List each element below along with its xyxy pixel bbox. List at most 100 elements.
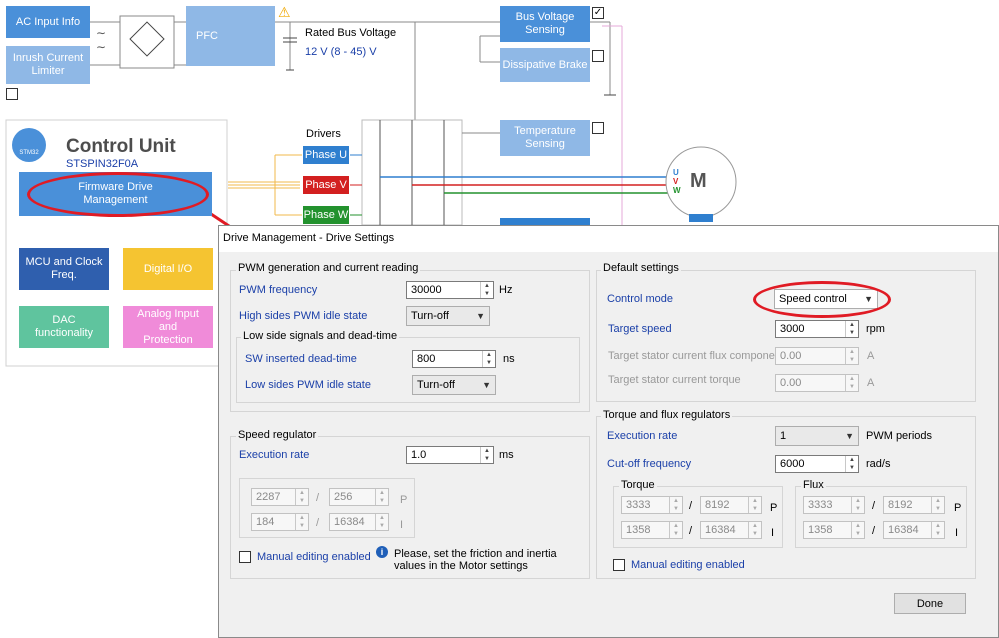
speed-manual-editing-checkbox[interactable] xyxy=(239,551,251,563)
spin-down-icon[interactable]: ▼ xyxy=(932,505,944,513)
target-flux-input[interactable]: 0.00 ▲ ▼ xyxy=(775,347,859,365)
phase-u-box[interactable]: Phase U xyxy=(302,145,350,165)
spin-up-icon[interactable]: ▲ xyxy=(483,351,495,359)
torque-kp-den-input[interactable]: 8192 ▲ ▼ xyxy=(700,496,762,514)
spin-down-icon[interactable]: ▼ xyxy=(846,464,858,472)
bus-voltage-checkbox[interactable]: ✓ xyxy=(592,7,604,19)
spin-down-icon[interactable]: ▼ xyxy=(846,383,858,391)
torque-kp-num-input[interactable]: 3333 ▲ ▼ xyxy=(621,496,683,514)
bus-voltage-sensing-box[interactable]: Bus Voltage Sensing xyxy=(500,6,590,42)
spin-down-icon[interactable]: ▼ xyxy=(846,356,858,364)
target-torque-value: 0.00 xyxy=(780,377,802,389)
spin-down-icon[interactable]: ▼ xyxy=(846,329,858,337)
flux-p-label: P xyxy=(954,502,962,514)
torque-i-label: I xyxy=(771,527,775,539)
done-button[interactable]: Done xyxy=(894,593,966,614)
spin-down-icon[interactable]: ▼ xyxy=(483,359,495,367)
flux-ki-num-input[interactable]: 1358 ▲ ▼ xyxy=(803,521,865,539)
chevron-down-icon: ▼ xyxy=(482,380,491,390)
speed-i-label: I xyxy=(400,519,404,531)
dac-tile[interactable]: DAC functionality xyxy=(19,306,109,348)
high-sides-select[interactable]: Turn-off ▼ xyxy=(406,306,490,326)
control-unit-title: Control Unit xyxy=(66,136,176,157)
spin-down-icon[interactable]: ▼ xyxy=(481,290,493,298)
spin-up-icon[interactable]: ▲ xyxy=(846,375,858,383)
spin-down-icon[interactable]: ▼ xyxy=(296,497,308,505)
flux-subgroup-label: Flux xyxy=(801,479,826,491)
spin-down-icon[interactable]: ▼ xyxy=(852,530,864,538)
spin-up-icon[interactable]: ▲ xyxy=(846,321,858,329)
spin-up-icon[interactable]: ▲ xyxy=(846,348,858,356)
slash-label: / xyxy=(872,525,876,537)
speed-ki-den-value: 16384 xyxy=(334,516,365,528)
spin-up-icon[interactable]: ▲ xyxy=(296,489,308,497)
pwm-frequency-unit: Hz xyxy=(499,284,513,296)
spin-up-icon[interactable]: ▲ xyxy=(481,447,493,455)
spin-down-icon[interactable]: ▼ xyxy=(670,530,682,538)
spin-down-icon[interactable]: ▼ xyxy=(481,455,493,463)
ac-input-info-box[interactable]: AC Input Info xyxy=(6,6,90,38)
speed-execution-rate-value: 1.0 xyxy=(411,449,427,461)
speed-execution-rate-input[interactable]: 1.0 ▲ ▼ xyxy=(406,446,494,464)
phase-v-box[interactable]: Phase V xyxy=(302,175,350,195)
pwm-frequency-input[interactable]: 30000 ▲ ▼ xyxy=(406,281,494,299)
spin-up-icon[interactable]: ▲ xyxy=(481,282,493,290)
pwm-group-label: PWM generation and current reading xyxy=(236,262,421,274)
spin-down-icon[interactable]: ▼ xyxy=(376,522,388,530)
target-speed-input[interactable]: 3000 ▲ ▼ xyxy=(775,320,859,338)
spin-up-icon[interactable]: ▲ xyxy=(932,497,944,505)
spin-up-icon[interactable]: ▲ xyxy=(376,514,388,522)
spin-up-icon[interactable]: ▲ xyxy=(376,489,388,497)
digital-io-tile[interactable]: Digital I/O xyxy=(123,248,213,290)
flux-ki-den-input[interactable]: 16384 ▲ ▼ xyxy=(883,521,945,539)
spin-up-icon[interactable]: ▲ xyxy=(749,497,761,505)
dissipative-brake-box[interactable]: Dissipative Brake xyxy=(500,48,590,82)
dead-time-unit: ns xyxy=(503,353,515,365)
torque-ki-num-input[interactable]: 1358 ▲ ▼ xyxy=(621,521,683,539)
analog-input-tile[interactable]: Analog Input and Protection xyxy=(123,306,213,348)
torque-kp-den-value: 8192 xyxy=(705,499,730,511)
dead-time-input[interactable]: 800 ▲ ▼ xyxy=(412,350,496,368)
speed-execution-rate-label: Execution rate xyxy=(239,449,310,461)
low-side-group-label: Low side signals and dead-time xyxy=(241,330,400,342)
rated-bus-voltage-value: 12 V (8 - 45) V xyxy=(305,46,377,58)
flux-kp-num-input[interactable]: 3333 ▲ ▼ xyxy=(803,496,865,514)
dissipative-brake-checkbox[interactable] xyxy=(592,50,604,62)
spin-up-icon[interactable]: ▲ xyxy=(852,497,864,505)
mcu-clock-tile[interactable]: MCU and Clock Freq. xyxy=(19,248,109,290)
spin-up-icon[interactable]: ▲ xyxy=(749,522,761,530)
pfc-box[interactable]: PFC xyxy=(186,6,275,66)
spin-up-icon[interactable]: ▲ xyxy=(932,522,944,530)
spin-down-icon[interactable]: ▼ xyxy=(296,522,308,530)
speed-kp-den-input[interactable]: 256 ▲ ▼ xyxy=(329,488,389,506)
drivers-label: Drivers xyxy=(306,128,341,140)
spin-up-icon[interactable]: ▲ xyxy=(670,497,682,505)
speed-ki-num-input[interactable]: 184 ▲ ▼ xyxy=(251,513,309,531)
spin-down-icon[interactable]: ▼ xyxy=(749,505,761,513)
speed-ki-num-value: 184 xyxy=(256,516,275,528)
flux-kp-den-input[interactable]: 8192 ▲ ▼ xyxy=(883,496,945,514)
spin-down-icon[interactable]: ▼ xyxy=(376,497,388,505)
phase-w-box[interactable]: Phase W xyxy=(302,205,350,225)
speed-kp-num-input[interactable]: 2287 ▲ ▼ xyxy=(251,488,309,506)
spin-down-icon[interactable]: ▼ xyxy=(670,505,682,513)
temperature-sensing-box[interactable]: Temperature Sensing xyxy=(500,120,590,156)
spin-up-icon[interactable]: ▲ xyxy=(846,456,858,464)
torque-ki-den-input[interactable]: 16384 ▲ ▼ xyxy=(700,521,762,539)
spin-down-icon[interactable]: ▼ xyxy=(852,505,864,513)
spin-up-icon[interactable]: ▲ xyxy=(296,514,308,522)
spin-up-icon[interactable]: ▲ xyxy=(852,522,864,530)
pfc-label: PFC xyxy=(196,29,218,42)
spin-down-icon[interactable]: ▼ xyxy=(932,530,944,538)
spin-down-icon[interactable]: ▼ xyxy=(749,530,761,538)
target-torque-input[interactable]: 0.00 ▲ ▼ xyxy=(775,374,859,392)
tf-manual-editing-checkbox[interactable] xyxy=(613,559,625,571)
spin-up-icon[interactable]: ▲ xyxy=(670,522,682,530)
speed-ki-den-input[interactable]: 16384 ▲ ▼ xyxy=(329,513,389,531)
inrush-current-limiter-box[interactable]: Inrush Current Limiter xyxy=(6,46,90,84)
inrush-checkbox[interactable] xyxy=(6,88,18,100)
low-sides-select[interactable]: Turn-off ▼ xyxy=(412,375,496,395)
temperature-sensing-checkbox[interactable] xyxy=(592,122,604,134)
cutoff-frequency-input[interactable]: 6000 ▲ ▼ xyxy=(775,455,859,473)
tf-execution-rate-select[interactable]: 1 ▼ xyxy=(775,426,859,446)
